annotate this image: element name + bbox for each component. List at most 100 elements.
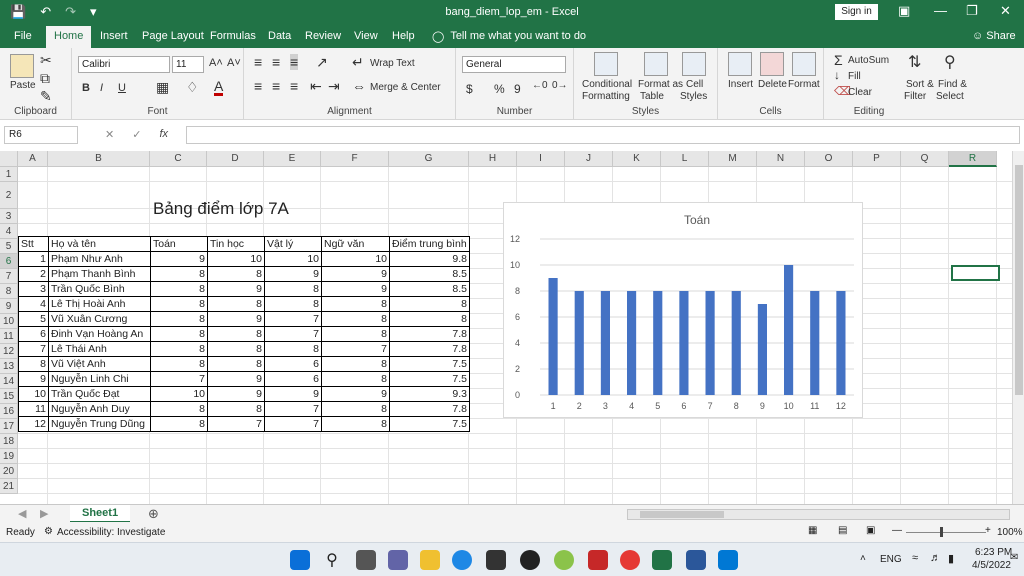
table-cell[interactable]: 8 xyxy=(321,371,390,387)
column-header-q[interactable]: Q xyxy=(901,151,949,167)
conditional-formatting-label-1[interactable]: Conditional xyxy=(582,79,632,90)
word-icon[interactable] xyxy=(686,550,706,570)
autosum-icon[interactable]: Σ xyxy=(834,52,843,68)
table-cell[interactable]: 8 xyxy=(207,341,265,357)
minimize-icon[interactable]: — xyxy=(934,3,947,18)
table-cell[interactable]: 1 xyxy=(18,251,49,267)
table-cell[interactable]: 2 xyxy=(18,266,49,282)
table-cell[interactable]: 9 xyxy=(150,251,208,267)
table-cell[interactable]: 8 xyxy=(321,401,390,417)
chart-bar[interactable] xyxy=(653,291,663,395)
column-header-e[interactable]: E xyxy=(264,151,321,167)
zoom-slider[interactable] xyxy=(906,532,986,533)
row-header-2[interactable]: 2 xyxy=(0,182,18,209)
table-cell[interactable]: 8 xyxy=(150,341,208,357)
row-header-4[interactable]: 4 xyxy=(0,224,18,239)
tab-file[interactable]: File xyxy=(14,30,32,42)
accessibility-status[interactable]: Accessibility: Investigate xyxy=(57,527,165,538)
chrome-icon[interactable] xyxy=(620,550,640,570)
table-cell[interactable]: 8 xyxy=(207,356,265,372)
table-header-cell[interactable]: Điểm trung bình xyxy=(389,236,470,252)
row-header-19[interactable]: 19 xyxy=(0,449,18,464)
table-cell[interactable]: 12 xyxy=(18,416,49,432)
borders-icon[interactable]: ▦ xyxy=(156,79,169,96)
wrap-text-button[interactable]: Wrap Text xyxy=(370,58,415,69)
table-cell[interactable]: Trần Quốc Đạt xyxy=(48,386,151,402)
task-view-icon[interactable] xyxy=(356,550,376,570)
table-cell[interactable]: Đinh Vạn Hoàng An xyxy=(48,326,151,342)
insert-function-button[interactable]: fx xyxy=(159,128,168,141)
format-cells-icon[interactable] xyxy=(792,52,816,76)
chart-bar[interactable] xyxy=(548,278,558,395)
battery-icon[interactable]: ▮ xyxy=(948,552,954,565)
table-cell[interactable]: 8 xyxy=(150,281,208,297)
tab-help[interactable]: Help xyxy=(392,30,415,42)
format-cells-label[interactable]: Format xyxy=(788,79,820,90)
copy-icon[interactable]: ⧉ xyxy=(40,70,50,87)
chart-bar[interactable] xyxy=(731,291,741,395)
horizontal-scroll-thumb[interactable] xyxy=(640,511,724,518)
sign-in-button[interactable]: Sign in xyxy=(835,4,878,20)
font-size-select[interactable]: 11 xyxy=(172,56,204,73)
orientation-icon[interactable]: ↗ xyxy=(316,54,328,71)
table-cell[interactable]: Lê Thị Hoài Anh xyxy=(48,296,151,312)
find-select-label-2[interactable]: Select xyxy=(936,91,964,102)
table-cell[interactable]: Nguyễn Linh Chi xyxy=(48,371,151,387)
table-cell[interactable]: 10 xyxy=(321,251,390,267)
table-cell[interactable]: 8 xyxy=(207,266,265,282)
table-cell[interactable]: 6 xyxy=(18,326,49,342)
sheet-tab-sheet1[interactable]: Sheet1 xyxy=(70,505,131,523)
find-select-label-1[interactable]: Find & xyxy=(938,79,967,90)
chart-bar[interactable] xyxy=(836,291,846,395)
chart-bar[interactable] xyxy=(679,291,689,395)
table-cell[interactable]: 8 xyxy=(150,401,208,417)
share-button[interactable]: ☺ Share xyxy=(972,30,1016,42)
row-header-11[interactable]: 11 xyxy=(0,329,18,344)
format-as-table-icon[interactable] xyxy=(644,52,668,76)
table-cell[interactable]: 6 xyxy=(264,371,322,387)
align-left-icon[interactable]: ≡ xyxy=(254,78,262,94)
row-header-5[interactable]: 5 xyxy=(0,239,18,254)
formula-input[interactable] xyxy=(186,126,1020,144)
column-header-k[interactable]: K xyxy=(613,151,661,167)
clear-button[interactable]: Clear xyxy=(848,87,872,98)
chart-bar[interactable] xyxy=(627,291,637,395)
table-cell[interactable]: 7 xyxy=(150,371,208,387)
fill-color-icon[interactable]: ♢ xyxy=(186,79,199,96)
underline-button[interactable]: U xyxy=(118,82,126,94)
row-header-18[interactable]: 18 xyxy=(0,434,18,449)
table-cell[interactable]: 10 xyxy=(150,386,208,402)
table-cell[interactable]: Phạm Như Anh xyxy=(48,251,151,267)
table-cell[interactable]: 8 xyxy=(150,326,208,342)
insert-cells-icon[interactable] xyxy=(728,52,752,76)
table-cell[interactable]: 7 xyxy=(264,326,322,342)
tab-review[interactable]: Review xyxy=(305,30,341,42)
table-cell[interactable]: 9 xyxy=(207,311,265,327)
table-cell[interactable]: Vũ Xuân Cương xyxy=(48,311,151,327)
select-all-corner[interactable] xyxy=(0,151,18,167)
table-cell[interactable]: 8.5 xyxy=(389,281,470,297)
cut-icon[interactable]: ✂ xyxy=(40,52,52,69)
table-cell[interactable]: 7 xyxy=(18,341,49,357)
table-cell[interactable]: 8 xyxy=(207,326,265,342)
table-cell[interactable]: 7 xyxy=(264,311,322,327)
table-cell[interactable]: 8 xyxy=(389,311,470,327)
table-cell[interactable]: 4 xyxy=(18,296,49,312)
row-header-9[interactable]: 9 xyxy=(0,299,18,314)
table-cell[interactable]: 9 xyxy=(207,371,265,387)
table-cell[interactable]: 9 xyxy=(264,386,322,402)
tell-me-search[interactable]: ◯ Tell me what you want to do xyxy=(432,30,586,43)
table-cell[interactable]: 7.8 xyxy=(389,401,470,417)
table-cell[interactable]: Trần Quốc Bình xyxy=(48,281,151,297)
table-header-cell[interactable]: Stt xyxy=(18,236,49,252)
italic-button[interactable]: I xyxy=(100,82,103,94)
file-explorer-icon[interactable] xyxy=(420,550,440,570)
align-middle-icon[interactable]: ≡ xyxy=(272,54,280,70)
table-cell[interactable]: 8 xyxy=(264,281,322,297)
decrease-decimal-icon[interactable]: 0→ xyxy=(552,80,568,91)
table-cell[interactable]: 7.8 xyxy=(389,326,470,342)
cell-styles-icon[interactable] xyxy=(682,52,706,76)
increase-indent-icon[interactable]: ⇥ xyxy=(328,78,340,95)
table-header-cell[interactable]: Ngữ văn xyxy=(321,236,390,252)
table-cell[interactable]: 8 xyxy=(150,416,208,432)
